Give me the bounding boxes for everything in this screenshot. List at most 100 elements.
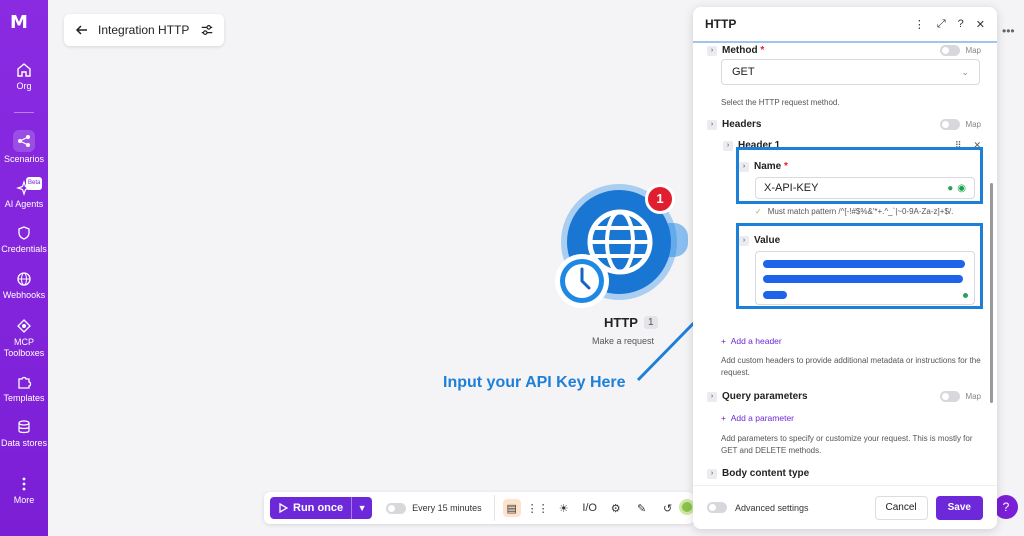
sidebar-item-webhooks[interactable]: Webhooks bbox=[0, 271, 48, 301]
advanced-settings-label[interactable]: Advanced settings bbox=[735, 503, 809, 513]
method-value: GET bbox=[732, 66, 755, 78]
query-map-toggle[interactable] bbox=[940, 391, 961, 402]
more-vertical-icon bbox=[22, 477, 26, 491]
module-settings-panel: HTTP ⋮ ⤢ ? ✕ › Method * Map GET ⌄ Select… bbox=[693, 7, 997, 529]
body-content-type-label: Body content type bbox=[722, 468, 810, 479]
sidebar-item-label: More bbox=[13, 495, 35, 505]
advanced-settings-toggle[interactable] bbox=[707, 502, 727, 513]
sidebar-item-more[interactable]: More bbox=[0, 476, 48, 506]
sidebar-item-ai-agents[interactable]: Beta AI Agents bbox=[0, 177, 48, 210]
expand-icon[interactable]: ⤢ bbox=[937, 18, 946, 31]
close-icon[interactable]: ✕ bbox=[976, 18, 985, 31]
sidebar-item-label: Scenarios bbox=[3, 154, 45, 164]
add-header-link[interactable]: + Add a header bbox=[721, 336, 782, 346]
add-parameter-link[interactable]: + Add a parameter bbox=[721, 413, 794, 423]
chevron-right-icon[interactable]: › bbox=[707, 391, 717, 402]
method-map-toggle[interactable] bbox=[940, 45, 961, 56]
method-help: Select the HTTP request method. bbox=[721, 98, 840, 107]
lightbulb-icon[interactable]: ☀ bbox=[555, 499, 573, 517]
scenario-title[interactable]: Integration HTTP bbox=[98, 23, 200, 37]
name-value: X-API-KEY bbox=[764, 182, 819, 194]
headers-help: Add custom headers to provide additional… bbox=[721, 356, 981, 377]
play-icon bbox=[279, 503, 288, 513]
scenario-title-bar: Integration HTTP bbox=[64, 14, 224, 46]
settings-sliders-icon[interactable] bbox=[200, 23, 214, 37]
sidebar-item-scenarios[interactable]: Scenarios bbox=[0, 130, 48, 165]
annotation-text: Input your API Key Here bbox=[443, 374, 626, 391]
query-parameters-label: Query parameters bbox=[722, 391, 808, 402]
pin-icon[interactable]: ● bbox=[947, 183, 953, 194]
redacted-api-key-line-1 bbox=[763, 260, 965, 268]
help-icon[interactable]: ? bbox=[958, 18, 964, 31]
sidebar-item-label: Credentials bbox=[1, 244, 47, 254]
run-once-label: Run once bbox=[293, 502, 344, 514]
chevron-down-icon[interactable]: ▼ bbox=[352, 503, 372, 513]
shield-icon bbox=[18, 226, 30, 240]
sidebar-item-templates[interactable]: Templates bbox=[0, 374, 48, 404]
chevron-right-icon[interactable]: › bbox=[723, 140, 733, 151]
panel-scrollbar[interactable] bbox=[990, 183, 993, 403]
sidebar-item-org[interactable]: Org bbox=[0, 62, 48, 92]
grid-icon[interactable]: ⋮⋮ bbox=[527, 499, 549, 517]
sidebar-item-label: MCP Toolboxes bbox=[3, 337, 45, 358]
name-label: Name bbox=[754, 161, 782, 172]
history-icon[interactable]: ↺ bbox=[659, 499, 677, 517]
body-content-type-row: › Body content type bbox=[707, 468, 981, 479]
name-input[interactable]: X-API-KEY ● ◉ bbox=[755, 177, 975, 199]
sidebar-item-data-stores[interactable]: Data stores bbox=[0, 419, 48, 449]
chevron-right-icon[interactable]: › bbox=[707, 468, 717, 479]
map-label: Map bbox=[965, 46, 981, 55]
bottom-toolbar: Run once ▼ Every 15 minutes ▤ ⋮⋮ ☀ I/O ⚙… bbox=[264, 492, 694, 524]
more-horizontal-icon[interactable]: ••• bbox=[1002, 24, 1015, 38]
schedule-label[interactable]: Every 15 minutes bbox=[412, 503, 482, 513]
sidebar-item-mcp-toolboxes[interactable]: MCP Toolboxes bbox=[0, 318, 48, 359]
cancel-button[interactable]: Cancel bbox=[874, 495, 928, 520]
arrow-left-icon[interactable] bbox=[74, 22, 90, 38]
make-logo[interactable]: M bbox=[10, 12, 38, 33]
chevron-right-icon[interactable]: › bbox=[739, 235, 749, 246]
notes-icon[interactable]: ▤ bbox=[502, 499, 521, 517]
module-connector[interactable] bbox=[668, 223, 688, 257]
headers-row: › Headers Map bbox=[707, 119, 981, 130]
io-icon[interactable]: I/O bbox=[581, 499, 599, 517]
check-icon: ✓ bbox=[755, 207, 762, 216]
sidebar: M Org Scenarios Beta AI Agents Credentia… bbox=[0, 0, 48, 536]
headers-map-toggle[interactable] bbox=[940, 119, 961, 130]
error-count-badge: 1 bbox=[645, 184, 675, 214]
method-label: Method bbox=[722, 45, 758, 56]
method-row: › Method * Map bbox=[707, 45, 981, 56]
map-label: Map bbox=[965, 392, 981, 401]
clock-icon[interactable] bbox=[555, 254, 609, 308]
sidebar-item-label: AI Agents bbox=[4, 199, 44, 209]
mcp-icon bbox=[17, 319, 31, 333]
save-button[interactable]: Save bbox=[935, 495, 983, 520]
more-vertical-icon[interactable]: ⋮ bbox=[914, 18, 925, 31]
chevron-right-icon[interactable]: › bbox=[707, 119, 717, 130]
redacted-api-key-line-3 bbox=[763, 291, 787, 299]
edit-icon[interactable]: ✎ bbox=[633, 499, 651, 517]
chevron-right-icon[interactable]: › bbox=[739, 161, 749, 172]
sidebar-item-label: Org bbox=[16, 81, 32, 91]
panel-footer: Advanced settings Cancel Save bbox=[693, 485, 997, 529]
grammarly-icon[interactable]: ◉ bbox=[957, 183, 966, 194]
sidebar-divider bbox=[14, 112, 34, 113]
toolbar-icons: ▤ ⋮⋮ ☀ I/O ⚙ ✎ ↺ bbox=[502, 499, 677, 517]
name-row: › Name * bbox=[739, 161, 975, 172]
value-row: › Value bbox=[739, 235, 975, 246]
name-pattern-hint: ✓ Must match pattern /^[-!#$%&'*+.^_`|~0-… bbox=[755, 207, 954, 216]
gear-icon[interactable]: ⚙ bbox=[607, 499, 625, 517]
sidebar-item-credentials[interactable]: Credentials bbox=[0, 225, 48, 255]
map-label: Map bbox=[965, 120, 981, 129]
share-icon bbox=[18, 135, 30, 147]
puzzle-icon bbox=[18, 376, 32, 389]
lightbulb-help-button[interactable]: ? bbox=[994, 495, 1018, 519]
panel-title: HTTP bbox=[705, 17, 737, 31]
schedule-toggle[interactable] bbox=[386, 502, 407, 514]
redacted-api-key-line-2 bbox=[763, 275, 963, 283]
globe-icon bbox=[17, 272, 31, 286]
run-once-button[interactable]: Run once ▼ bbox=[270, 497, 373, 519]
query-help: Add parameters to specify or customize y… bbox=[721, 434, 973, 455]
method-select[interactable]: GET ⌄ bbox=[721, 59, 980, 85]
panel-header: HTTP ⋮ ⤢ ? ✕ bbox=[693, 7, 997, 43]
chevron-right-icon[interactable]: › bbox=[707, 45, 717, 56]
